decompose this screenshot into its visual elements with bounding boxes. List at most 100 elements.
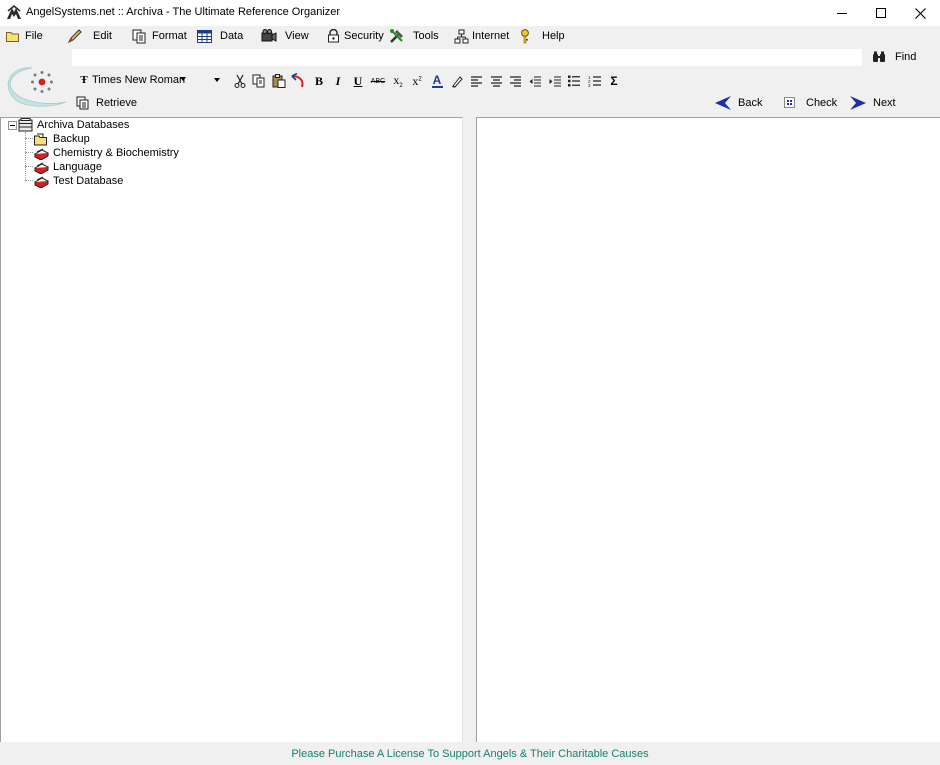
- undo-icon: [290, 73, 306, 89]
- search-input[interactable]: [72, 49, 862, 66]
- minimize-icon: [837, 8, 847, 18]
- underline-icon: U: [353, 73, 363, 88]
- content-pane[interactable]: [476, 117, 940, 742]
- tree-node-language[interactable]: Language: [34, 160, 102, 174]
- collapse-toggle-icon[interactable]: [8, 121, 17, 130]
- outdent-icon: [529, 75, 541, 87]
- sigma-icon: Σ: [610, 74, 618, 88]
- close-button[interactable]: [900, 0, 940, 26]
- check-label: Check: [806, 96, 838, 109]
- tree-node-label: Language: [53, 161, 102, 173]
- cut-button[interactable]: [231, 72, 249, 90]
- indent-button[interactable]: [546, 72, 564, 90]
- menu-data-label: Data: [220, 30, 244, 42]
- retrieve-label: Retrieve: [96, 96, 137, 109]
- italic-button[interactable]: I: [329, 72, 347, 90]
- cut-icon: [234, 74, 246, 88]
- tree-node-backup[interactable]: Backup: [34, 132, 90, 146]
- outdent-button[interactable]: [526, 72, 544, 90]
- superscript-button[interactable]: x2: [408, 72, 426, 90]
- copy-button[interactable]: [250, 72, 268, 90]
- archiva-logo: [2, 60, 72, 110]
- find-button[interactable]: Find: [872, 48, 916, 66]
- svg-text:3: 3: [588, 83, 591, 87]
- pane-splitter[interactable]: [463, 117, 476, 742]
- window-title: AngelSystems.net :: Archiva - The Ultima…: [26, 6, 341, 18]
- font-color-button[interactable]: A: [428, 72, 446, 90]
- subscript-button[interactable]: x2: [389, 72, 407, 90]
- align-center-button[interactable]: [487, 72, 505, 90]
- license-message: Please Purchase A License To Support Ang…: [291, 747, 649, 760]
- table-grid-icon: [196, 28, 212, 44]
- key-help-icon: [517, 28, 533, 44]
- italic-icon: I: [335, 73, 341, 88]
- chevron-down-icon: [214, 78, 220, 82]
- align-right-button[interactable]: [506, 72, 524, 90]
- next-label: Next: [873, 96, 896, 109]
- menu-file[interactable]: File: [4, 26, 43, 46]
- close-icon: [914, 7, 926, 19]
- maximize-icon: [876, 8, 886, 18]
- highlight-button[interactable]: [448, 72, 466, 90]
- truetype-font-icon: Ŧ: [80, 74, 88, 86]
- menu-view[interactable]: View: [261, 26, 309, 46]
- tree-node-chemistry[interactable]: Chemistry & Biochemistry: [34, 146, 179, 160]
- align-right-icon: [509, 75, 521, 87]
- strikethrough-button[interactable]: ABC: [369, 72, 387, 90]
- status-bar: Please Purchase A License To Support Ang…: [0, 742, 940, 765]
- database-book-icon: [34, 160, 50, 174]
- padlock-icon: [325, 28, 341, 44]
- font-name-select[interactable]: Ŧ Times New Roman: [74, 71, 190, 89]
- back-arrow-icon: [715, 95, 731, 110]
- back-label: Back: [738, 96, 763, 109]
- align-center-icon: [490, 75, 502, 87]
- tree-node-label: Test Database: [53, 175, 124, 187]
- menu-tools[interactable]: Tools: [389, 26, 439, 46]
- retrieve-button[interactable]: Retrieve: [76, 94, 137, 111]
- pencil-icon: [67, 28, 83, 44]
- next-arrow-icon: [850, 95, 866, 110]
- find-label: Find: [895, 51, 917, 63]
- search-field[interactable]: [71, 48, 863, 67]
- menu-bar: File Edit Format Data View Security Tool…: [0, 26, 940, 46]
- sigma-button[interactable]: Σ: [605, 72, 623, 90]
- database-cabinet-icon: [18, 118, 34, 132]
- numbered-list-icon: 123: [588, 75, 601, 87]
- tree-node-label: Chemistry & Biochemistry: [53, 147, 179, 159]
- menu-format-label: Format: [152, 30, 187, 42]
- bold-button[interactable]: B: [310, 72, 328, 90]
- menu-help[interactable]: Help: [517, 26, 565, 46]
- tree-node-test-database[interactable]: Test Database: [34, 174, 123, 188]
- menu-security-label: Security: [344, 30, 384, 42]
- title-bar: AngelSystems.net :: Archiva - The Ultima…: [0, 0, 940, 26]
- tree-root-node[interactable]: Archiva Databases: [5, 118, 129, 132]
- menu-format[interactable]: Format: [131, 26, 187, 46]
- next-button[interactable]: Next: [850, 94, 896, 111]
- menu-data[interactable]: Data: [196, 26, 243, 46]
- menu-edit[interactable]: Edit: [67, 26, 112, 46]
- menu-security[interactable]: Security: [325, 26, 384, 46]
- backup-folder-icon: [34, 132, 50, 146]
- numbered-list-button[interactable]: 123: [585, 72, 603, 90]
- undo-button[interactable]: [289, 72, 307, 90]
- subscript-icon: x2: [393, 72, 403, 90]
- menu-file-label: File: [25, 30, 43, 42]
- maximize-button[interactable]: [861, 0, 901, 26]
- back-button[interactable]: Back: [715, 94, 762, 111]
- database-book-icon: [34, 174, 50, 188]
- font-color-icon: A: [431, 74, 443, 88]
- underline-button[interactable]: U: [349, 72, 367, 90]
- font-size-select[interactable]: [192, 71, 224, 89]
- chevron-down-icon: [180, 77, 186, 81]
- menu-internet-label: Internet: [472, 30, 510, 42]
- minimize-button[interactable]: [822, 0, 862, 26]
- bullet-list-button[interactable]: [565, 72, 583, 90]
- database-tree-pane[interactable]: Archiva Databases Backup Chemistry & Bio…: [0, 117, 463, 742]
- align-left-button[interactable]: [467, 72, 485, 90]
- strikethrough-icon: ABC: [370, 77, 386, 85]
- paste-button[interactable]: [270, 72, 288, 90]
- font-name-value: Times New Roman: [92, 74, 186, 86]
- menu-internet[interactable]: Internet: [453, 26, 509, 46]
- check-button[interactable]: Check: [784, 94, 837, 111]
- menu-edit-label: Edit: [93, 30, 112, 42]
